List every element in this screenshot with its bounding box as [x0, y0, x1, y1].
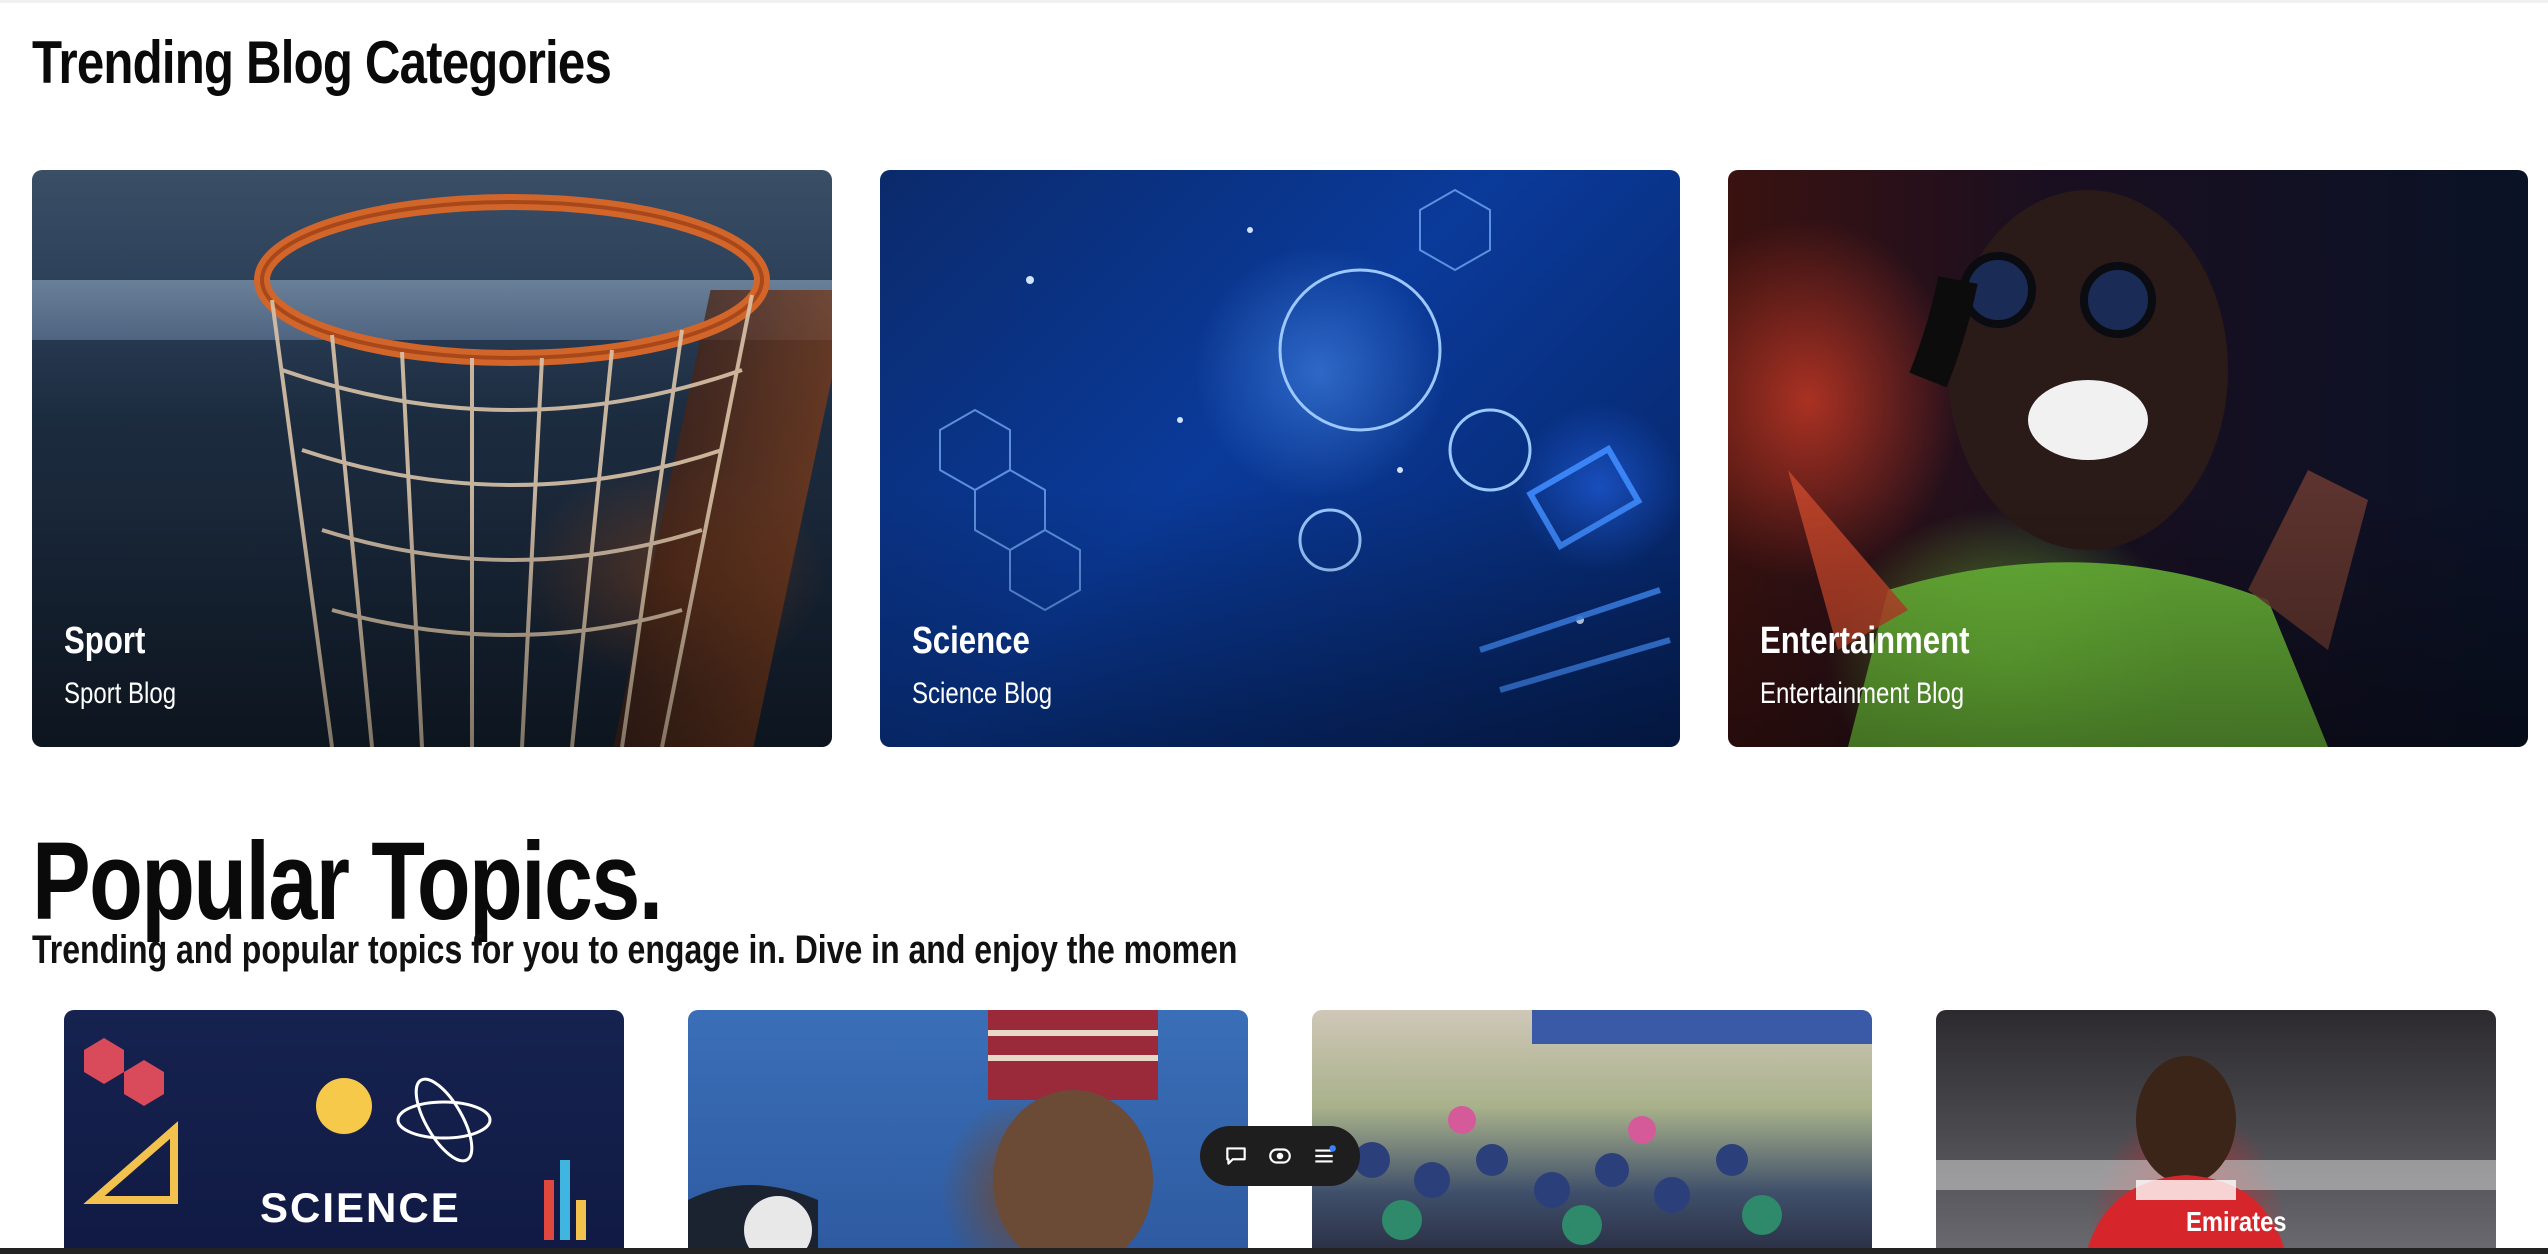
category-subtitle: Sport Blog — [64, 677, 177, 710]
topic-card-science[interactable]: SCIENCE — [64, 1010, 624, 1254]
popular-topics-title: Popular Topics. — [32, 820, 663, 943]
topic-card-politics[interactable] — [688, 1010, 1248, 1254]
floating-toolbar — [1200, 1126, 1360, 1186]
popular-topics-subtitle: Trending and popular topics for you to e… — [32, 928, 1238, 972]
category-subtitle: Science Blog — [912, 677, 1053, 710]
topic-card-crowd[interactable] — [1312, 1010, 1872, 1254]
category-cards: Sport Sport Blog Science Science Blog En… — [32, 170, 2528, 747]
category-card-entertainment[interactable]: Entertainment Entertainment Blog — [1728, 170, 2528, 747]
crowd-image — [1354, 1010, 1872, 1245]
eye-icon[interactable] — [1262, 1138, 1298, 1174]
top-border — [0, 0, 2548, 3]
comment-icon[interactable] — [1218, 1138, 1254, 1174]
bottom-edge — [0, 1248, 2548, 1254]
category-title: Science — [912, 620, 1030, 662]
category-subtitle: Entertainment Blog — [1760, 677, 1965, 710]
section-title: Trending Blog Categories — [32, 29, 612, 96]
category-card-sport[interactable]: Sport Sport Blog — [32, 170, 832, 747]
politician-image — [688, 1010, 1158, 1254]
category-card-science[interactable]: Science Science Blog — [880, 170, 1680, 747]
category-title: Sport — [64, 620, 146, 662]
category-title: Entertainment — [1760, 620, 1970, 662]
menu-icon[interactable] — [1306, 1138, 1342, 1174]
topic-image-text: Emirates — [2186, 1206, 2287, 1237]
topic-card-football[interactable]: Emirates — [1936, 1010, 2496, 1254]
topic-image-text: SCIENCE — [260, 1184, 461, 1231]
